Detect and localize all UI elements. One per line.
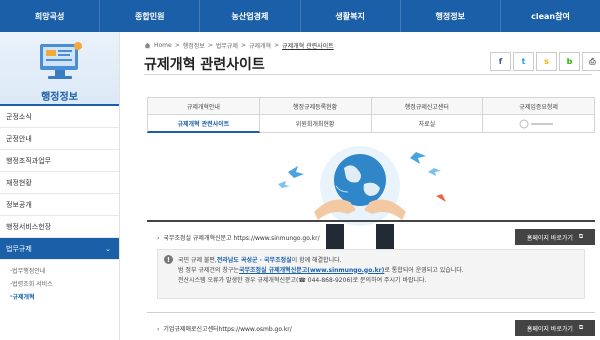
nav-clean[interactable]: clean참여 bbox=[501, 0, 600, 32]
site-url[interactable]: https://www.osmb.go.kr/ bbox=[219, 326, 292, 333]
breadcrumb-home[interactable]: Home bbox=[154, 42, 172, 49]
twitter-icon[interactable]: t bbox=[513, 52, 534, 71]
sidebar-item-label: 법무규제 bbox=[6, 244, 32, 253]
sidebar: 행정정보 군정소식 군정안내 행정조직과업무 재정현황 정보공개 행정서비스헌장… bbox=[0, 32, 120, 340]
tab-registration-status[interactable]: 행정규제등록현황 bbox=[259, 97, 372, 115]
site-url[interactable]: https://www.sinmungo.go.kr/ bbox=[233, 235, 319, 242]
visit-homepage-button[interactable]: 홈페이지 바로가기 ⧉ bbox=[515, 320, 595, 336]
tab-related-sites[interactable]: 규제개혁 관련사이트 bbox=[147, 115, 260, 133]
computer-illustration-icon bbox=[40, 42, 82, 79]
nav-welfare[interactable]: 생활복지 bbox=[301, 0, 401, 32]
breadcrumb: Home > 행정정보 > 법무규제 > 규제개혁 > 규제개혁 관련사이트 bbox=[144, 41, 334, 50]
visit-homepage-button[interactable]: 홈페이지 바로가기 ⧉ bbox=[515, 229, 595, 245]
external-link-icon: ⧉ bbox=[578, 324, 584, 331]
share-toolbar: f t s b ⎙ bbox=[490, 52, 600, 71]
section-divider bbox=[147, 220, 595, 222]
tab-archive[interactable]: 자료실 bbox=[371, 115, 484, 133]
home-icon bbox=[144, 42, 151, 49]
sidebar-menu: 군정소식 군정안내 행정조직과업무 재정현황 정보공개 행정서비스헌장 법무규제… bbox=[0, 106, 119, 307]
main-content: Home > 행정정보 > 법무규제 > 규제개혁 > 규제개혁 관련사이트 규… bbox=[120, 32, 600, 340]
breadcrumb-admin-info[interactable]: 행정정보 bbox=[183, 41, 205, 50]
nav-hope-gokseong[interactable]: 희망곡성 bbox=[0, 0, 101, 32]
tab-row-1: 규제개혁안내 행정규제등록현황 행정규제신고센터 규제입증요청제 bbox=[147, 97, 595, 115]
sidebar-item-disclosure[interactable]: 정보공개 bbox=[0, 194, 119, 216]
tab-bar: 규제개혁안내 행정규제등록현황 행정규제신고센터 규제입증요청제 규제개혁 관련… bbox=[147, 97, 595, 133]
tab-row-2: 규제개혁 관련사이트 위원회개최현황 자료실 bbox=[147, 115, 595, 133]
notice-box: ! 국민 규제 불편, 전라남도 곡성군 · 국무조정실 이 함께 해결합니다. … bbox=[157, 249, 585, 299]
sidebar-item-charter[interactable]: 행정서비스헌장 bbox=[0, 216, 119, 238]
sidebar-header: 행정정보 bbox=[0, 32, 119, 106]
sidebar-item-organization[interactable]: 행정조직과업무 bbox=[0, 150, 119, 172]
submenu-legal-guide[interactable]: - 법무행정안내 bbox=[10, 264, 119, 277]
site-row-sinmungo: › 국무조정실 규제개혁신문고 https://www.sinmungo.go.k… bbox=[147, 227, 595, 247]
site-label: 국무조정실 규제개혁신문고 bbox=[163, 234, 232, 242]
tab-committee-status[interactable]: 위원회개최현황 bbox=[259, 115, 372, 133]
facebook-icon[interactable]: f bbox=[490, 52, 511, 71]
site-row-osmb: › 기업규제애로신고센터https://www.osmb.go.kr/ 홈페이지 … bbox=[147, 318, 595, 338]
sidebar-item-news[interactable]: 군정소식 bbox=[0, 106, 119, 128]
info-icon: ! bbox=[164, 255, 173, 264]
chevron-right-icon: › bbox=[157, 325, 160, 333]
tab-empty bbox=[483, 115, 595, 133]
tab-proof-request[interactable]: 규제입증요청제 bbox=[483, 97, 595, 115]
breadcrumb-legal[interactable]: 법무규제 bbox=[216, 41, 238, 50]
top-navigation: 희망곡성 종합민원 농산업경제 생활복지 행정정보 clean참여 bbox=[0, 0, 600, 32]
site-label: 기업규제애로신고센터 bbox=[163, 325, 219, 333]
submenu-regulation-reform[interactable]: - 규제개혁 bbox=[10, 290, 119, 303]
sinmungo-link[interactable]: 국무조정실 규제개혁신문고(www.sinmungo.go.kr) bbox=[239, 265, 384, 274]
page-title: 규제개혁 관련사이트 bbox=[144, 57, 265, 73]
kakaostory-icon[interactable]: s bbox=[536, 52, 557, 71]
chevron-down-icon: ⌄ bbox=[105, 244, 111, 253]
tab-report-center[interactable]: 행정규제신고센터 bbox=[371, 97, 484, 115]
sidebar-item-legal-regulation[interactable]: 법무규제 ⌄ bbox=[0, 238, 119, 260]
sidebar-title: 행정정보 bbox=[41, 92, 78, 103]
sidebar-item-guide[interactable]: 군정안내 bbox=[0, 128, 119, 150]
title-divider bbox=[144, 74, 592, 75]
external-link-icon: ⧉ bbox=[578, 233, 584, 240]
sidebar-submenu: - 법무행정안내 - 법령조회 서비스 - 규제개혁 bbox=[0, 260, 119, 307]
breadcrumb-current: 규제개혁 관련사이트 bbox=[282, 43, 334, 50]
nav-civil-service[interactable]: 종합민원 bbox=[100, 0, 201, 32]
notice-line-2: 범 정부 규제건의 창구는 국무조정실 규제개혁신문고(www.sinmungo… bbox=[178, 265, 464, 274]
sidebar-item-finance[interactable]: 재정현황 bbox=[0, 172, 119, 194]
notice-line-1: 국민 규제 불편, 전라남도 곡성군 · 국무조정실 이 함께 해결합니다. bbox=[178, 256, 342, 264]
notice-line-3: 전산시스템 오류가 발생한 경우 규제개혁신문고(☎ 044-868-9206)… bbox=[178, 276, 427, 284]
tab-reform-guide[interactable]: 규제개혁안내 bbox=[147, 97, 260, 115]
blog-icon[interactable]: b bbox=[559, 52, 580, 71]
submenu-law-search[interactable]: - 법령조회 서비스 bbox=[10, 277, 119, 290]
breadcrumb-reform[interactable]: 규제개혁 bbox=[249, 41, 271, 50]
chevron-right-icon: › bbox=[157, 234, 160, 242]
nav-agri-economy[interactable]: 농산업경제 bbox=[200, 0, 301, 32]
print-icon[interactable]: ⎙ bbox=[582, 52, 600, 71]
nav-admin-info[interactable]: 행정정보 bbox=[401, 0, 501, 32]
section-divider bbox=[147, 312, 595, 313]
emblem-icon bbox=[519, 119, 553, 128]
